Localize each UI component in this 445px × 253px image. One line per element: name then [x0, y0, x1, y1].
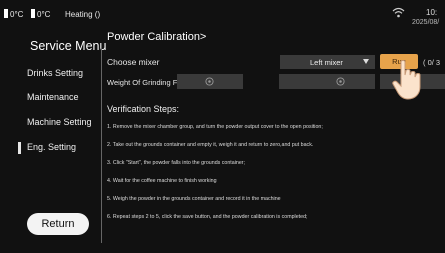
level-indicator-icon	[4, 9, 8, 18]
hand-cursor-icon	[392, 60, 421, 100]
step-item: 5. Weigh the powder in the grounds conta…	[107, 196, 281, 202]
service-menu-title: Service Menu	[30, 39, 107, 53]
sidebar-item-eng-setting[interactable]: Eng. Setting	[27, 142, 76, 152]
sidebar-divider	[101, 43, 102, 243]
weight-field-2[interactable]	[279, 74, 375, 89]
target-icon	[336, 77, 345, 86]
clock-date: 2025/08/	[412, 19, 440, 26]
mixer-select[interactable]: Left mixer	[280, 55, 375, 69]
choose-mixer-label: Choose mixer	[107, 57, 160, 67]
sidebar-item-drinks-setting[interactable]: Drinks Setting	[27, 68, 83, 78]
weight-label: Weight Of Grinding F	[107, 78, 177, 87]
heating-status: Heating ()	[65, 10, 101, 19]
temperature-1: 0°C	[10, 10, 24, 19]
weight-field-1[interactable]	[177, 74, 243, 89]
step-item: 4. Wait for the coffee machine to finish…	[107, 178, 217, 184]
temperature-2: 0°C	[37, 10, 51, 19]
active-indicator	[18, 142, 21, 154]
screen: 0°C 0°C Heating () 10: 2025/08/ Service …	[0, 0, 445, 253]
target-icon	[205, 77, 214, 86]
wifi-icon	[392, 7, 405, 18]
step-item: 1. Remove the mixer chamber group, and t…	[107, 124, 323, 130]
step-item: 2. Take out the grounds container and em…	[107, 142, 314, 148]
page-title: Powder Calibration>	[107, 31, 207, 43]
status-bar: 0°C 0°C Heating () 10: 2025/08/	[0, 0, 445, 26]
sidebar-item-machine-setting[interactable]: Machine Setting	[27, 117, 92, 127]
step-item: 3. Click "Start", the powder falls into …	[107, 160, 246, 166]
level-indicator-icon	[31, 9, 35, 18]
step-item: 6. Repeat steps 2 to 5, click the save b…	[107, 214, 308, 220]
sidebar-item-maintenance[interactable]: Maintenance	[27, 92, 79, 102]
mixer-select-value: Left mixer	[310, 58, 343, 67]
verification-title: Verification Steps:	[107, 104, 180, 114]
chevron-down-icon	[363, 59, 369, 64]
clock-time: 10:	[426, 8, 438, 17]
return-button[interactable]: Return	[27, 213, 89, 235]
